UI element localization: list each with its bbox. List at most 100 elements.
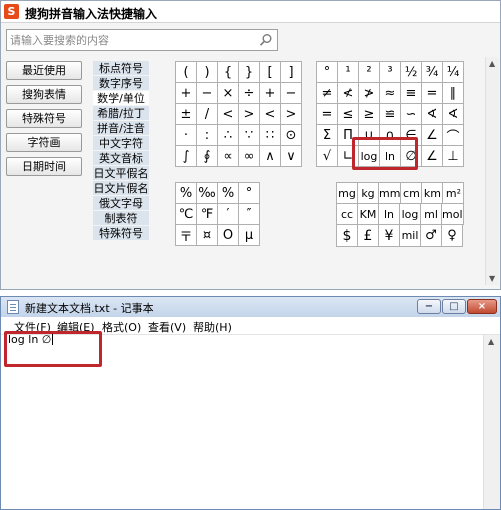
symbol-cell[interactable]: °	[238, 182, 260, 204]
scroll-up-icon[interactable]: ▲	[488, 337, 494, 346]
symbol-cell[interactable]: ∝	[217, 145, 239, 167]
symbol-cell[interactable]: ∢	[421, 103, 443, 125]
symbol-cell[interactable]: +	[259, 82, 281, 104]
category-chinese-chars[interactable]: 中文字符	[93, 136, 149, 151]
category-russian[interactable]: 俄文字母	[93, 196, 149, 211]
symbol-cell[interactable]: ′	[217, 203, 239, 225]
symbol-cell[interactable]: ∢	[442, 103, 464, 125]
symbol-cell[interactable]: %	[217, 182, 239, 204]
sogou-scrollbar[interactable]: ▲ ▼	[485, 57, 499, 285]
symbol-cell[interactable]: ≌	[379, 103, 401, 125]
symbol-cell[interactable]: /	[196, 103, 218, 125]
symbol-cell[interactable]: )	[196, 61, 218, 83]
symbol-cell[interactable]: ∽	[400, 103, 422, 125]
symbol-cell[interactable]: ∠	[421, 145, 443, 167]
date-time-button[interactable]: 日期时间	[6, 157, 82, 176]
symbol-cell[interactable]: ·	[175, 124, 197, 146]
symbol-cell[interactable]: ¤	[196, 224, 218, 246]
menu-format[interactable]: 格式(O)	[102, 319, 141, 335]
symbol-cell[interactable]: √	[316, 145, 338, 167]
symbol-cell[interactable]: ml	[420, 203, 442, 225]
minimize-button[interactable]: −	[417, 299, 441, 314]
symbol-cell[interactable]: ½	[400, 61, 422, 83]
maximize-button[interactable]: □	[442, 299, 466, 314]
symbol-cell[interactable]: ⌒	[442, 124, 464, 146]
search-box[interactable]	[6, 29, 278, 51]
category-special-symbols[interactable]: 特殊符号	[93, 226, 149, 241]
symbol-cell[interactable]: mol	[441, 203, 464, 225]
symbol-cell[interactable]: £	[357, 224, 379, 247]
search-input[interactable]	[10, 32, 258, 48]
category-punctuation[interactable]: 标点符号	[93, 61, 149, 76]
symbol-cell[interactable]: ×	[217, 82, 239, 104]
category-pinyin-zhuyin[interactable]: 拼音/注音	[93, 121, 149, 136]
recent-used-button[interactable]: 最近使用	[6, 61, 82, 80]
symbol-cell[interactable]: mil	[399, 224, 421, 247]
symbol-cell[interactable]: =	[316, 103, 338, 125]
symbol-cell[interactable]: ³	[379, 61, 401, 83]
symbol-cell[interactable]: ⊙	[280, 124, 302, 146]
symbol-cell[interactable]: Ο	[217, 224, 239, 246]
symbol-cell[interactable]: ℉	[196, 203, 218, 225]
symbol-cell[interactable]: >	[280, 103, 302, 125]
symbol-cell[interactable]: ″	[238, 203, 260, 225]
symbol-cell[interactable]: ‰	[196, 182, 218, 204]
menu-help[interactable]: 帮助(H)	[193, 319, 232, 335]
symbol-cell[interactable]: ²	[358, 61, 380, 83]
symbol-cell[interactable]: ±	[175, 103, 197, 125]
symbol-cell[interactable]: ≯	[358, 82, 380, 104]
symbol-cell[interactable]: Σ	[316, 124, 338, 146]
symbol-cell[interactable]: [	[259, 61, 281, 83]
category-number-sequence[interactable]: 数字序号	[93, 76, 149, 91]
sogou-emoji-button[interactable]: 搜狗表情	[6, 85, 82, 104]
symbol-cell[interactable]: ∥	[442, 82, 464, 104]
symbol-cell[interactable]: kg	[357, 182, 379, 204]
symbol-cell[interactable]: ∷	[259, 124, 281, 146]
symbol-cell[interactable]: :	[196, 124, 218, 146]
symbol-cell[interactable]: ÷	[238, 82, 260, 104]
menu-view[interactable]: 查看(V)	[148, 319, 186, 335]
symbol-cell[interactable]: ≥	[358, 103, 380, 125]
symbol-cell[interactable]: ∵	[238, 124, 260, 146]
symbol-cell[interactable]: (	[175, 61, 197, 83]
symbol-cell[interactable]: ∨	[280, 145, 302, 167]
symbol-cell[interactable]: cm	[400, 182, 423, 204]
symbol-cell[interactable]: −	[280, 82, 302, 104]
category-box-drawing[interactable]: 制表符	[93, 211, 149, 226]
symbol-cell[interactable]: ∫	[175, 145, 197, 167]
symbol-cell[interactable]: log	[399, 203, 421, 225]
symbol-cell[interactable]: ≮	[337, 82, 359, 104]
symbol-cell[interactable]: ¹	[337, 61, 359, 83]
symbol-cell[interactable]: mg	[336, 182, 358, 204]
symbol-cell[interactable]: $	[336, 224, 358, 247]
symbol-cell[interactable]: KM	[357, 203, 379, 225]
symbol-cell[interactable]: ¼	[442, 61, 464, 83]
symbol-cell[interactable]: ¾	[421, 61, 443, 83]
symbol-cell[interactable]: ∠	[421, 124, 443, 146]
symbol-cell[interactable]: ∧	[259, 145, 281, 167]
symbol-cell[interactable]: ln	[378, 203, 400, 225]
symbol-cell[interactable]: mm	[377, 182, 402, 204]
symbol-cell[interactable]: ≡	[400, 82, 422, 104]
symbol-cell[interactable]: ∞	[238, 145, 260, 167]
category-greek-latin[interactable]: 希腊/拉丁	[93, 106, 149, 121]
char-art-button[interactable]: 字符画	[6, 133, 82, 152]
symbol-cell[interactable]: ≈	[379, 82, 401, 104]
symbol-cell[interactable]: km	[421, 182, 444, 204]
symbol-cell[interactable]: ∮	[196, 145, 218, 167]
symbol-cell[interactable]: μ	[238, 224, 260, 246]
notepad-scrollbar[interactable]: ▲	[483, 335, 500, 509]
category-katakana[interactable]: 日文片假名	[93, 181, 149, 196]
symbol-cell[interactable]: %	[175, 182, 197, 204]
symbol-cell[interactable]: <	[259, 103, 281, 125]
symbol-cell[interactable]: 〒	[175, 224, 197, 246]
symbol-cell[interactable]: −	[196, 82, 218, 104]
symbol-cell[interactable]: °	[316, 61, 338, 83]
symbol-cell[interactable]: ∴	[217, 124, 239, 146]
symbol-cell[interactable]: m²	[442, 182, 465, 204]
symbol-cell[interactable]: ¥	[378, 224, 400, 247]
symbol-cell[interactable]: >	[238, 103, 260, 125]
scroll-up-icon[interactable]: ▲	[489, 59, 495, 68]
symbol-cell[interactable]: =	[421, 82, 443, 104]
category-math-unit[interactable]: 数学/单位	[93, 91, 149, 106]
